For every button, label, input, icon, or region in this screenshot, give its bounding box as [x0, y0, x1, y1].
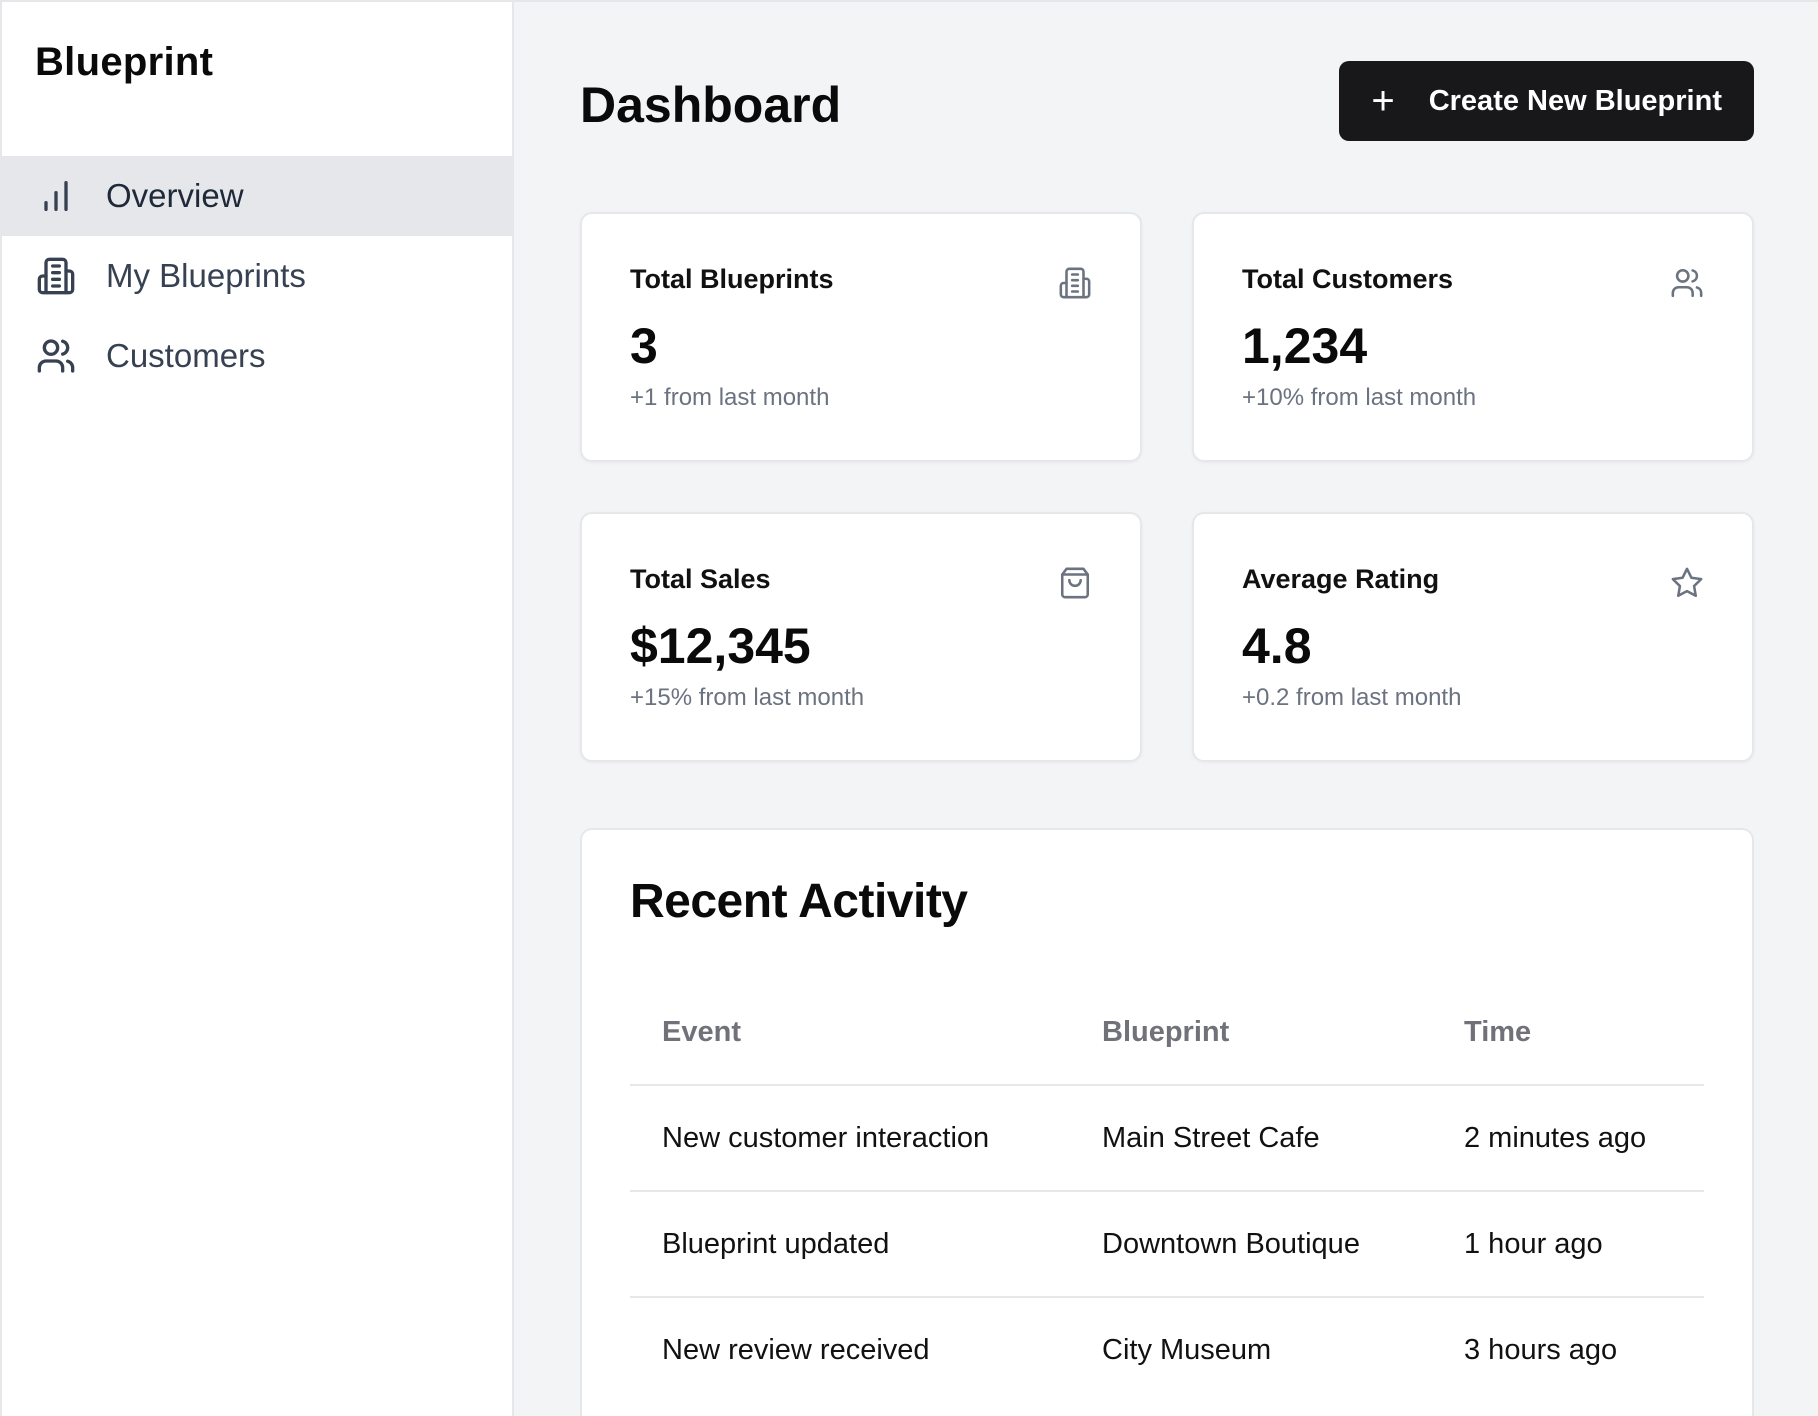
cell-blueprint: Main Street Cafe — [1070, 1085, 1432, 1192]
cell-blueprint: City Museum — [1102, 1334, 1272, 1366]
cell-event: New customer interaction — [630, 1085, 1070, 1192]
cell-time: 1 hour ago — [1432, 1191, 1704, 1298]
page-title: Dashboard — [580, 77, 842, 133]
plus-icon: + — [1371, 79, 1395, 123]
recent-activity-title: Recent Activity — [630, 875, 968, 928]
column-header-blueprint: Blueprint — [1070, 981, 1432, 1086]
stat-card-total-customers: Total Customers 1,234 +10% from last mon… — [1192, 212, 1754, 462]
building-icon — [36, 256, 76, 296]
cell-event: New review received — [662, 1334, 930, 1366]
stat-title: Total Blueprints — [630, 264, 834, 294]
star-icon — [1670, 566, 1704, 600]
table-row[interactable]: New review received City Museum 3 hours … — [630, 1297, 1704, 1403]
create-new-blueprint-button[interactable]: + Create New Blueprint — [1339, 61, 1754, 141]
create-button-label: Create New Blueprint — [1428, 84, 1722, 117]
table-row[interactable]: Blueprint updated Downtown Boutique 1 ho… — [630, 1191, 1704, 1298]
stat-title: Total Customers — [1242, 264, 1454, 294]
stat-change: +10% from last month — [1242, 384, 1477, 411]
stat-change: +1 from last month — [630, 384, 830, 411]
sidebar-item-my-blueprints[interactable]: My Blueprints — [2, 236, 512, 316]
cell-event: Blueprint updated — [630, 1191, 1070, 1298]
sidebar-nav: Overview My Blueprints Customers — [2, 156, 512, 396]
sidebar-item-overview[interactable]: Overview — [2, 156, 512, 236]
column-header-event: Event — [630, 981, 1070, 1086]
stat-value: 1,234 — [1242, 318, 1368, 374]
sidebar: Blueprint Overview My Blueprints Custome… — [0, 2, 514, 1416]
stat-value: $12,345 — [630, 618, 811, 674]
stat-change: +15% from last month — [630, 684, 865, 711]
stat-card-average-rating: Average Rating 4.8 +0.2 from last month — [1192, 512, 1754, 762]
column-header-time: Time — [1432, 981, 1704, 1086]
main-content: Dashboard + Create New Blueprint Total B… — [514, 2, 1818, 1416]
activity-table: Event Blueprint Time New customer intera… — [630, 981, 1704, 1403]
cell-time: 3 hours ago — [1464, 1334, 1618, 1366]
users-icon — [36, 336, 76, 376]
stat-card-total-blueprints: Total Blueprints 3 +1 from last month — [580, 212, 1142, 462]
sidebar-item-label: Overview — [106, 177, 244, 214]
sidebar-item-customers[interactable]: Customers — [2, 316, 512, 396]
cell-time: 2 minutes ago — [1432, 1085, 1704, 1192]
sidebar-item-label: Customers — [106, 337, 266, 374]
stat-title: Average Rating — [1242, 564, 1440, 594]
page-header: Dashboard + Create New Blueprint — [580, 2, 1754, 212]
stat-title: Total Sales — [630, 564, 771, 594]
app-root: Blueprint Overview My Blueprints Custome… — [0, 0, 1818, 1416]
stat-value: 3 — [630, 318, 658, 374]
table-header-row: Event Blueprint Time — [630, 981, 1704, 1086]
stat-card-total-sales: Total Sales $12,345 +15% from last month — [580, 512, 1142, 762]
stats-grid: Total Blueprints 3 +1 from last month To… — [580, 212, 1754, 762]
building-icon — [1058, 266, 1092, 300]
recent-activity-card: Recent Activity Event Blueprint Time New… — [580, 828, 1754, 1416]
users-icon — [1670, 266, 1704, 300]
shopping-bag-icon — [1058, 566, 1092, 600]
stat-change: +0.2 from last month — [1242, 684, 1462, 711]
sidebar-item-label: My Blueprints — [106, 257, 306, 294]
bar-chart-icon — [36, 176, 76, 216]
brand-logo[interactable]: Blueprint — [2, 2, 512, 156]
table-row[interactable]: New customer interaction Main Street Caf… — [630, 1085, 1704, 1192]
cell-blueprint: Downtown Boutique — [1070, 1191, 1432, 1298]
stat-value: 4.8 — [1242, 618, 1312, 674]
